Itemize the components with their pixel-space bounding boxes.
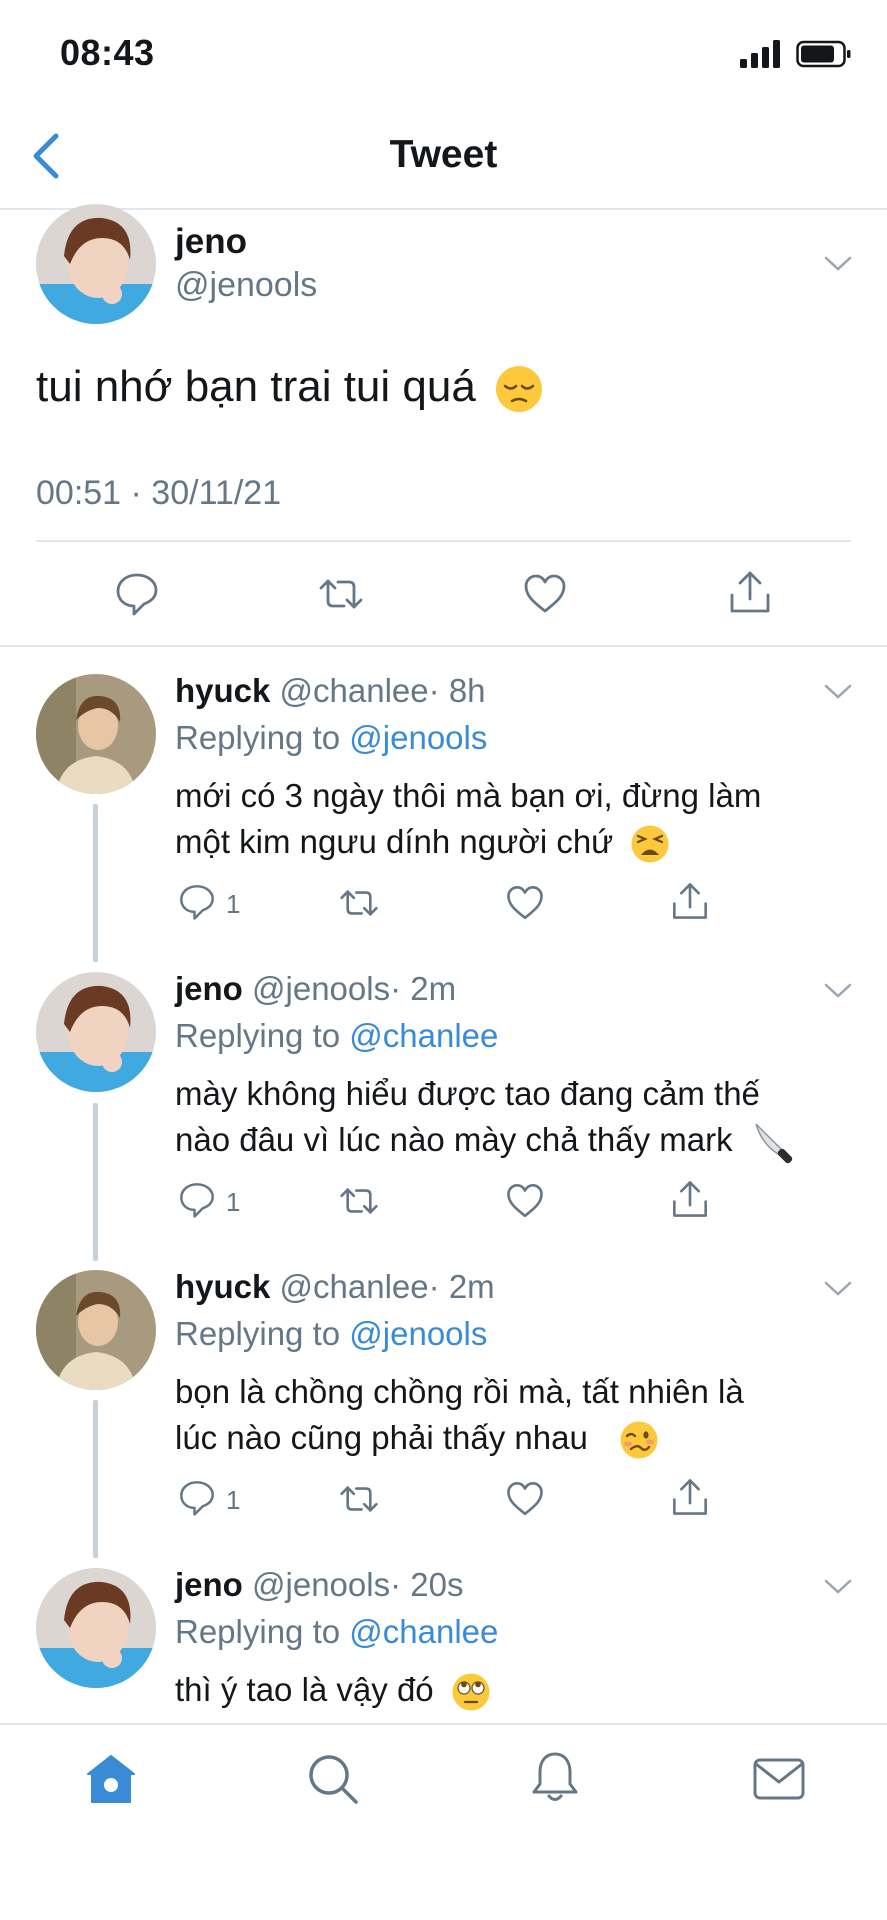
tweet-text-content: tui nhớ bạn trai tui quá	[36, 362, 476, 411]
reply-author-name[interactable]: jeno	[175, 1566, 243, 1603]
reply-time: · 2m	[390, 970, 457, 1007]
reply-time: · 20s	[390, 1566, 464, 1603]
tired-face-emoji-icon	[631, 825, 669, 863]
like-icon[interactable]	[505, 883, 545, 923]
reply-author-name[interactable]: jeno	[175, 970, 243, 1007]
status-time: 08:43	[60, 32, 155, 73]
reply-text-line: thì ý tao là vậy đó	[175, 1667, 491, 1713]
share-icon[interactable]	[670, 881, 710, 921]
chevron-down-icon[interactable]	[823, 683, 853, 701]
avatar-hyuck[interactable]	[36, 674, 156, 794]
replying-to-link[interactable]: @jenools	[349, 1315, 487, 1352]
avatar-jeno[interactable]	[36, 972, 156, 1092]
reply-time: · 2m	[428, 1268, 495, 1305]
replying-to-link[interactable]: @jenools	[349, 719, 487, 756]
replying-label: Replying to	[175, 719, 341, 756]
reply-text-line: một kim ngưu dính người chứ	[175, 819, 761, 865]
share-icon[interactable]	[670, 1179, 710, 1219]
reply-author-handle[interactable]: @chanlee	[280, 1268, 429, 1305]
page-title: Tweet	[389, 133, 498, 176]
avatar-jeno[interactable]	[36, 1568, 156, 1688]
woozy-face-emoji-icon	[620, 1421, 658, 1459]
reply-count: 1	[226, 889, 241, 919]
retweet-icon[interactable]	[339, 1479, 379, 1519]
mail-icon[interactable]	[752, 1752, 806, 1806]
reply-author-handle[interactable]: @jenools	[252, 970, 390, 1007]
thread-line	[93, 1103, 98, 1261]
divider	[36, 540, 851, 542]
reply-text-line: mày không hiểu được tao đang cảm thế	[175, 1075, 760, 1112]
reply-author-handle[interactable]: @chanlee	[280, 672, 429, 709]
replying-to-link[interactable]: @chanlee	[349, 1017, 498, 1054]
bell-icon[interactable]	[528, 1750, 582, 1804]
tweet-text: tui nhớ bạn trai tui quá	[36, 362, 544, 414]
share-icon[interactable]	[670, 1477, 710, 1517]
header-divider	[0, 208, 887, 210]
reply-text-line: bọn là chồng chồng rồi mà, tất nhiên là	[175, 1373, 744, 1410]
retweet-icon[interactable]	[339, 1181, 379, 1221]
avatar-hyuck[interactable]	[36, 1270, 156, 1390]
author-name[interactable]: jeno	[175, 222, 247, 262]
reply-author-name[interactable]: hyuck	[175, 672, 270, 709]
replying-to-link[interactable]: @chanlee	[349, 1613, 498, 1650]
reply-icon[interactable]	[178, 883, 216, 921]
battery-icon	[796, 40, 851, 68]
tab-bar-divider	[0, 1723, 887, 1725]
author-handle[interactable]: @jenools	[175, 266, 317, 305]
home-icon[interactable]	[84, 1752, 138, 1806]
tweet-timestamp: 00:51 · 30/11/21	[36, 474, 282, 512]
reply-author-name[interactable]: hyuck	[175, 1268, 270, 1305]
reply-icon[interactable]	[178, 1479, 216, 1517]
reply-text-line: nào đâu vì lúc nào mày chả thấy mark	[175, 1117, 796, 1164]
reply-author-handle[interactable]: @jenools	[252, 1566, 390, 1603]
replying-label: Replying to	[175, 1315, 341, 1352]
reply-text: mày không hiểu được tao đang cảm thế nào…	[175, 1071, 796, 1164]
reply-text: thì ý tao là vậy đó	[175, 1667, 491, 1713]
reply-text: mới có 3 ngày thôi mà bạn ơi, đừng làm m…	[175, 773, 761, 865]
knife-emoji-icon	[755, 1123, 793, 1164]
like-icon[interactable]	[505, 1479, 545, 1519]
share-icon[interactable]	[727, 569, 773, 615]
chevron-down-icon[interactable]	[823, 255, 853, 273]
pensive-face-emoji-icon	[496, 366, 543, 413]
reply-count: 1	[226, 1485, 241, 1515]
replying-label: Replying to	[175, 1613, 341, 1650]
like-icon[interactable]	[522, 571, 568, 617]
chevron-down-icon[interactable]	[823, 982, 853, 1000]
chevron-down-icon[interactable]	[823, 1578, 853, 1596]
like-icon[interactable]	[505, 1181, 545, 1221]
eye-roll-face-emoji-icon	[452, 1673, 490, 1711]
reply-time: · 8h	[428, 672, 486, 709]
reply-icon[interactable]	[178, 1181, 216, 1219]
signal-icon	[740, 40, 780, 68]
thread-line	[93, 804, 98, 962]
replying-label: Replying to	[175, 1017, 341, 1054]
reply-text-line: mới có 3 ngày thôi mà bạn ơi, đừng làm	[175, 777, 762, 814]
thread-line	[93, 1400, 98, 1558]
reply-text: bọn là chồng chồng rồi mà, tất nhiên là …	[175, 1369, 744, 1461]
search-icon[interactable]	[306, 1752, 360, 1806]
chevron-down-icon[interactable]	[823, 1280, 853, 1298]
reply-icon[interactable]	[114, 571, 160, 617]
section-divider	[0, 645, 887, 647]
retweet-icon[interactable]	[318, 571, 364, 617]
reply-count: 1	[226, 1187, 241, 1217]
retweet-icon[interactable]	[339, 883, 379, 923]
avatar-jeno[interactable]	[36, 204, 156, 324]
reply-text-line: lúc nào cũng phải thấy nhau	[175, 1415, 744, 1461]
